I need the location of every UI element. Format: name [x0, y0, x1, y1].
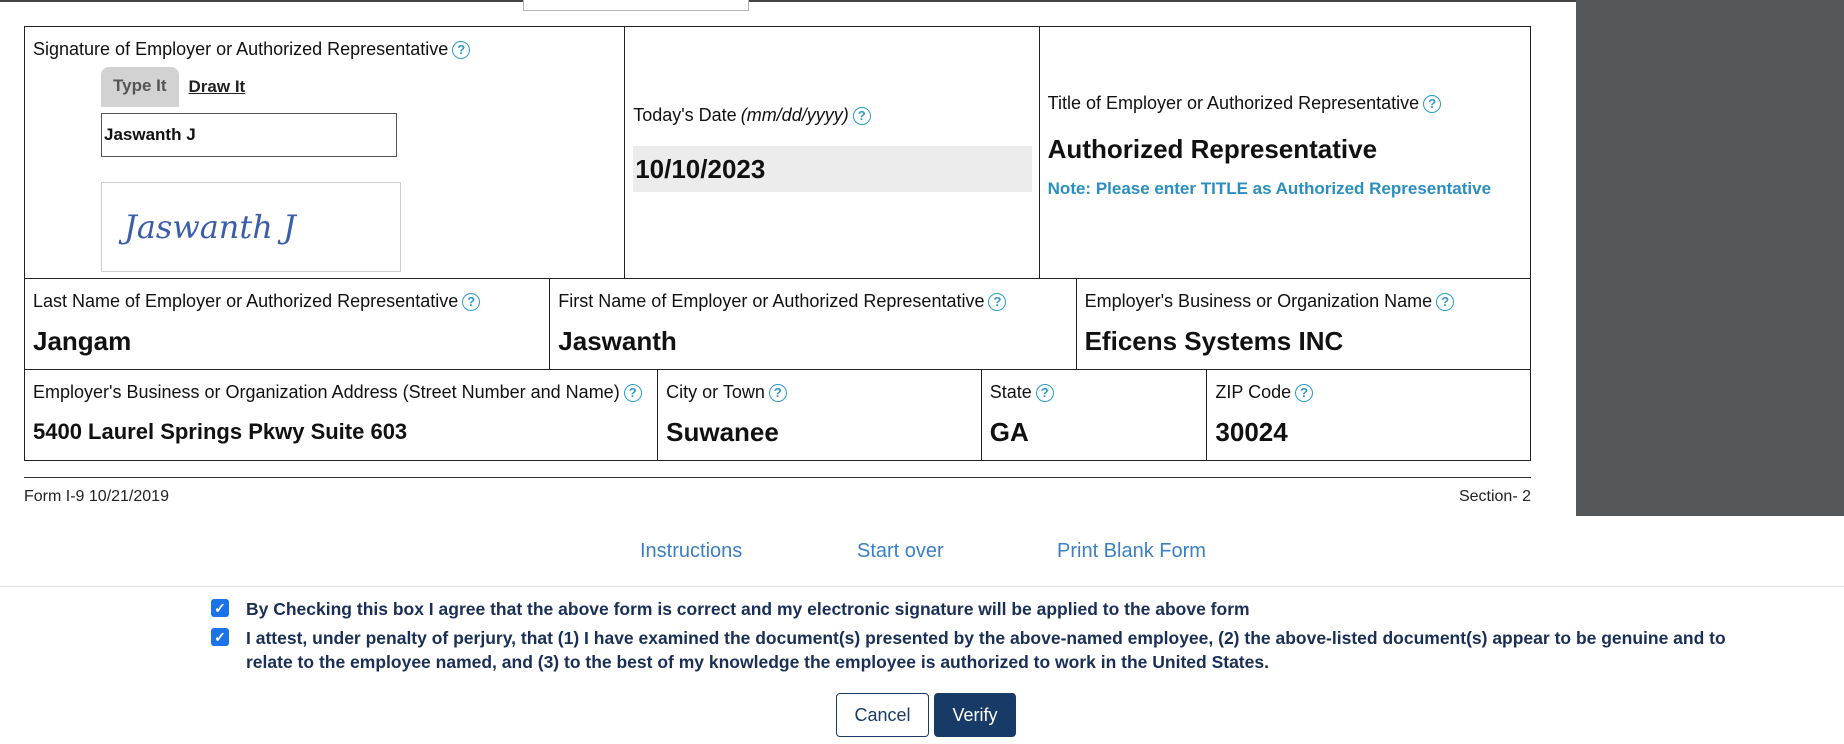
top-tab-fragment — [523, 0, 749, 11]
signature-tabs: Type It Draw It — [101, 67, 245, 107]
first-name-value[interactable]: Jaswanth — [558, 326, 1067, 357]
divider — [0, 586, 1844, 587]
first-name-label: First Name of Employer or Authorized Rep… — [558, 291, 1067, 312]
last-name-cell: Last Name of Employer or Authorized Repr… — [25, 279, 551, 369]
agree-row: ✓ By Checking this box I agree that the … — [211, 597, 1756, 621]
state-value[interactable]: GA — [990, 417, 1199, 448]
signature-cell: Signature of Employer or Authorized Repr… — [25, 27, 626, 278]
attest-checkbox[interactable]: ✓ — [211, 628, 229, 646]
title-note: Note: Please enter TITLE as Authorized R… — [1047, 179, 1492, 198]
address-value[interactable]: 5400 Laurel Springs Pkwy Suite 603 — [33, 419, 649, 445]
title-value[interactable]: Authorized Representative — [1048, 134, 1522, 165]
top-border — [0, 0, 1576, 2]
state-cell: State ? GA — [982, 370, 1208, 460]
verify-button[interactable]: Verify — [934, 693, 1016, 737]
title-label: Title of Employer or Authorized Represen… — [1048, 93, 1522, 114]
help-icon[interactable]: ? — [623, 383, 642, 402]
signature-name-input[interactable]: Jaswanth J — [101, 113, 397, 157]
city-label: City or Town ? — [666, 382, 973, 403]
business-name-cell: Employer's Business or Organization Name… — [1077, 279, 1530, 369]
help-icon[interactable]: ? — [852, 106, 871, 125]
help-icon[interactable]: ? — [452, 40, 471, 59]
side-panel — [1576, 0, 1844, 516]
business-name-value[interactable]: Eficens Systems INC — [1085, 326, 1522, 357]
help-icon[interactable]: ? — [1436, 292, 1455, 311]
attest-text: I attest, under penalty of perjury, that… — [246, 628, 1726, 672]
employer-signature-form: Signature of Employer or Authorized Repr… — [24, 26, 1531, 461]
instructions-link[interactable]: Instructions — [640, 540, 742, 563]
form-footer: Form I-9 10/21/2019 Section- 2 — [24, 477, 1531, 505]
last-name-value[interactable]: Jangam — [33, 326, 541, 357]
tab-type-it[interactable]: Type It — [101, 67, 179, 107]
zip-value[interactable]: 30024 — [1215, 417, 1522, 448]
city-cell: City or Town ? Suwanee — [658, 370, 982, 460]
help-icon[interactable]: ? — [1423, 94, 1442, 113]
section-label: Section- 2 — [1458, 488, 1531, 505]
help-icon[interactable]: ? — [462, 292, 481, 311]
state-label: State ? — [990, 382, 1199, 403]
date-label: Today's Date (mm/dd/yyyy) ? — [633, 105, 1030, 126]
signature-label: Signature of Employer or Authorized Repr… — [33, 39, 616, 60]
title-cell: Title of Employer or Authorized Represen… — [1040, 27, 1530, 278]
tab-draw-it[interactable]: Draw It — [189, 77, 246, 97]
help-icon[interactable]: ? — [768, 383, 787, 402]
name-row: Last Name of Employer or Authorized Repr… — [24, 279, 1531, 370]
signature-preview-text: Jaswanth J — [124, 208, 296, 246]
signature-row: Signature of Employer or Authorized Repr… — [24, 26, 1531, 279]
date-format-hint: (mm/dd/yyyy) — [740, 105, 849, 125]
date-cell: Today's Date (mm/dd/yyyy) ? 10/10/2023 — [625, 27, 1040, 278]
agree-text: By Checking this box I agree that the ab… — [246, 599, 1250, 619]
zip-cell: ZIP Code ? 30024 — [1207, 370, 1530, 460]
last-name-label: Last Name of Employer or Authorized Repr… — [33, 291, 541, 312]
print-blank-form-link[interactable]: Print Blank Form — [1057, 540, 1206, 563]
address-cell: Employer's Business or Organization Addr… — [25, 370, 659, 460]
signature-preview: Jaswanth J — [101, 182, 401, 272]
city-value[interactable]: Suwanee — [666, 417, 973, 448]
agree-checkbox[interactable]: ✓ — [211, 599, 229, 617]
address-label: Employer's Business or Organization Addr… — [33, 382, 649, 403]
zip-label: ZIP Code ? — [1215, 382, 1522, 403]
date-field[interactable]: 10/10/2023 — [633, 146, 1033, 192]
help-icon[interactable]: ? — [1295, 383, 1314, 402]
help-icon[interactable]: ? — [988, 292, 1007, 311]
form-id: Form I-9 10/21/2019 — [24, 488, 169, 505]
first-name-cell: First Name of Employer or Authorized Rep… — [550, 279, 1077, 369]
help-icon[interactable]: ? — [1035, 383, 1054, 402]
cancel-button[interactable]: Cancel — [836, 693, 929, 737]
attest-row: ✓ I attest, under penalty of perjury, th… — [211, 626, 1756, 674]
address-row: Employer's Business or Organization Addr… — [24, 370, 1531, 461]
business-name-label: Employer's Business or Organization Name… — [1085, 291, 1522, 312]
start-over-link[interactable]: Start over — [857, 540, 944, 563]
